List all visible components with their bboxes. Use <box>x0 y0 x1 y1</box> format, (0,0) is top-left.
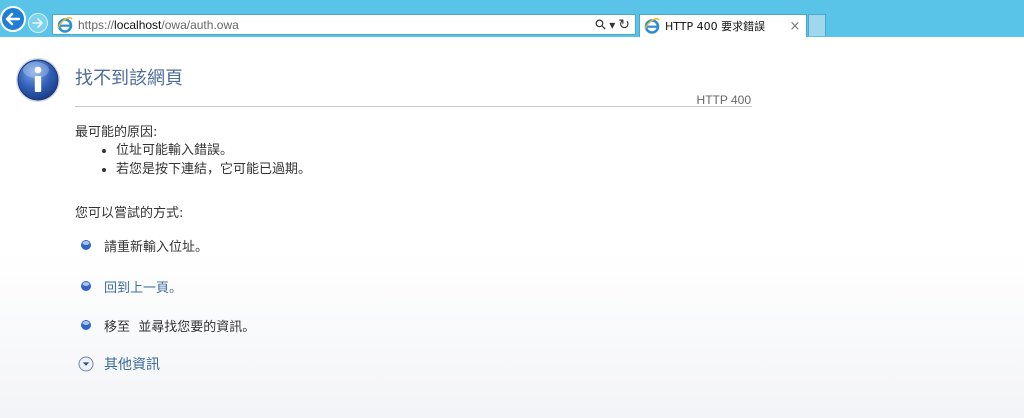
option-retype: 請重新輸入位址。 <box>80 236 208 255</box>
causes-list: 位址可能輸入錯誤。 若您是按下連結，它可能已過期。 <box>100 141 311 179</box>
search-text: 移至 並尋找您要的資訊。 <box>104 320 256 335</box>
page-title: 找不到該網頁 <box>75 68 183 89</box>
try-heading: 您可以嘗試的方式: <box>75 206 184 221</box>
dropdown-icon[interactable]: ▾ <box>609 18 615 32</box>
option-go-back[interactable]: 回到上一頁。 <box>80 277 182 296</box>
back-button[interactable] <box>0 6 26 32</box>
address-bar[interactable]: https://localhost/owa/auth.owa ⚲ ▾ ↻ <box>52 14 636 35</box>
list-item: 若您是按下連結，它可能已過期。 <box>100 160 311 179</box>
refresh-icon[interactable]: ↻ <box>618 17 630 33</box>
forward-arrow-icon <box>32 18 43 28</box>
tab-title: HTTP 400 要求錯誤 <box>665 20 766 33</box>
http-status-code: HTTP 400 <box>696 93 751 107</box>
title-divider <box>75 106 752 107</box>
expand-arrow-icon[interactable] <box>78 356 94 372</box>
info-icon <box>16 58 60 102</box>
tab-ie-icon <box>644 18 660 34</box>
address-tools: ⚲ ▾ ↻ <box>592 15 635 34</box>
back-arrow-icon <box>5 12 21 26</box>
causes-heading: 最可能的原因: <box>75 125 158 140</box>
more-info-toggle[interactable]: 其他資訊 <box>78 354 160 374</box>
url-text[interactable]: https://localhost/owa/auth.owa <box>78 18 596 32</box>
close-tab-icon[interactable]: × <box>787 19 803 34</box>
tab-active[interactable]: HTTP 400 要求錯誤 × <box>639 14 807 37</box>
blue-bullet-icon <box>81 281 91 291</box>
retype-text: 請重新輸入位址。 <box>104 240 209 255</box>
blue-bullet-icon <box>81 320 91 330</box>
ie-logo-icon <box>57 16 73 33</box>
list-item: 位址可能輸入錯誤。 <box>100 141 311 160</box>
go-back-link[interactable]: 回到上一頁。 <box>104 277 182 296</box>
option-search: 移至 並尋找您要的資訊。 <box>80 316 255 335</box>
more-info-link[interactable]: 其他資訊 <box>104 354 160 374</box>
browser-toolbar: https://localhost/owa/auth.owa ⚲ ▾ ↻ HTT… <box>0 0 1024 37</box>
forward-button[interactable] <box>28 13 48 33</box>
blue-bullet-icon <box>81 240 91 250</box>
new-tab-button[interactable] <box>808 14 826 36</box>
